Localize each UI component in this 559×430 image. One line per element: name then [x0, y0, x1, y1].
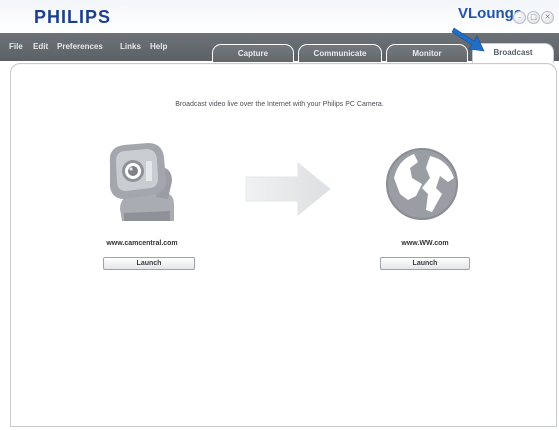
- globe-icon[interactable]: [382, 144, 462, 224]
- broadcast-description: Broadcast video live over the Internet w…: [175, 101, 384, 108]
- blue-pointer-arrow-icon: [451, 27, 485, 52]
- close-button[interactable]: ✕: [541, 11, 554, 24]
- site-link-ww[interactable]: www.WW.com: [355, 240, 495, 247]
- menu-file[interactable]: File: [9, 42, 23, 51]
- launch-camcentral-button[interactable]: Launch: [103, 257, 195, 270]
- launch-ww-button[interactable]: Launch: [380, 257, 470, 270]
- maximize-button[interactable]: □: [527, 11, 540, 24]
- minimize-icon: –: [517, 13, 522, 21]
- menu-help[interactable]: Help: [150, 42, 167, 51]
- menu-edit[interactable]: Edit: [33, 42, 48, 51]
- tab-capture[interactable]: Capture: [212, 44, 294, 62]
- philips-logo: PHILIPS: [34, 7, 112, 27]
- vlounge-window: PHILIPS VLounge – □ ✕ File Edit Preferen…: [0, 0, 559, 430]
- menu-links[interactable]: Links: [120, 42, 141, 51]
- webcam-icon[interactable]: [102, 141, 182, 227]
- tab-communicate[interactable]: Communicate: [298, 44, 382, 62]
- minimize-button[interactable]: –: [513, 11, 526, 24]
- site-link-camcentral[interactable]: www.camcentral.com: [72, 240, 212, 247]
- menu-preferences[interactable]: Preferences: [57, 42, 103, 51]
- maximize-icon: □: [530, 13, 537, 21]
- arrow-right-icon: [245, 161, 331, 217]
- close-icon: ✕: [544, 13, 551, 21]
